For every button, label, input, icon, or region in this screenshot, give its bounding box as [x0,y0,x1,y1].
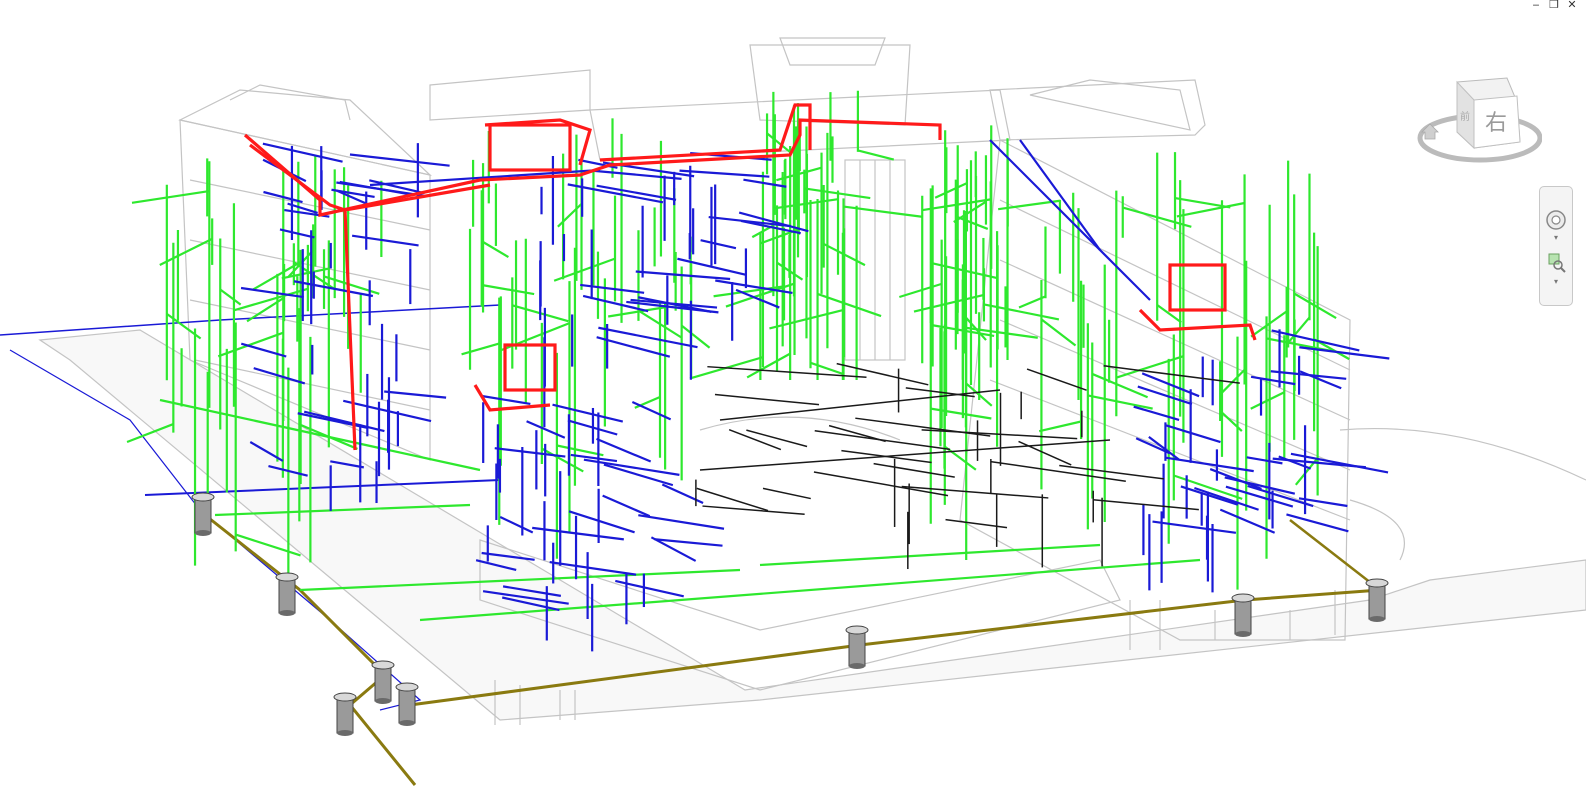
3d-model-viewport[interactable]: ‒ ❐ ✕ 右 前 ▾ ▾ [0,0,1586,799]
manhole-tank [395,682,419,726]
mep-building-model [0,37,1586,786]
manhole-tank [333,692,357,736]
viewcube[interactable]: 右 前 [1412,72,1543,177]
manhole-tank [845,625,869,669]
manhole-tank [275,572,299,616]
misc-pipes [695,362,1240,570]
viewcube-face-label[interactable]: 右 [1485,111,1507,136]
manhole-tank [371,660,395,704]
viewcube-side-label[interactable]: 前 [1460,110,1470,123]
window-controls: ‒ ❐ ✕ [1530,0,1578,10]
manhole-tank [1231,593,1255,637]
navigation-bar: ▾ ▾ [1539,186,1573,306]
restore-icon[interactable]: ❐ [1548,0,1560,10]
zoom-icon[interactable] [1543,249,1569,275]
manhole-tank [1365,578,1389,622]
home-icon[interactable] [1421,123,1439,140]
steering-wheel-dropdown-icon[interactable]: ▾ [1551,233,1561,242]
minimize-icon[interactable]: ‒ [1530,0,1542,10]
manhole-tank [191,492,215,536]
close-icon[interactable]: ✕ [1566,0,1578,10]
zoom-dropdown-icon[interactable]: ▾ [1551,277,1561,286]
drain-pipes [126,90,1350,622]
building-wireframe [38,37,1586,725]
steering-wheel-icon[interactable] [1543,207,1569,233]
